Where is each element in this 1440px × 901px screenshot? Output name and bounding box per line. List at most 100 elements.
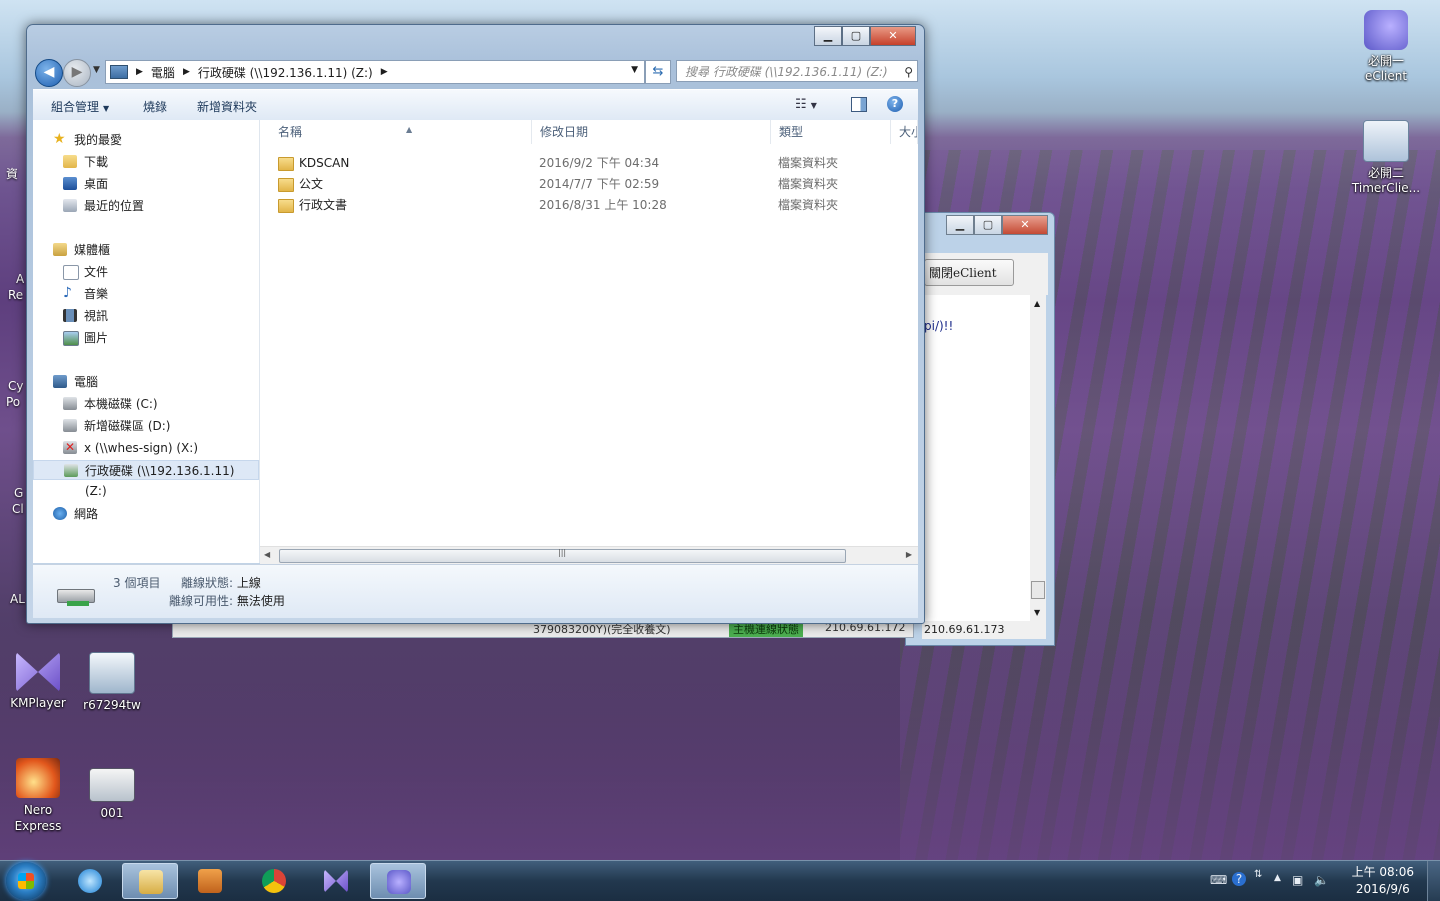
network-drive-icon — [55, 577, 95, 607]
nav-downloads[interactable]: 下載 — [33, 152, 259, 172]
nav-recent[interactable]: 最近的位置 — [33, 196, 259, 216]
ime-icon[interactable]: ⇅ — [1254, 869, 1262, 880]
command-bar: 組合管理 ▼ 燒錄 新增資料夾 ☷ ▼ ? — [33, 89, 918, 121]
nav-drive-x[interactable]: ✕ x (\\whes-sign) (X:) — [33, 438, 259, 458]
taskbar-media-player[interactable] — [182, 863, 238, 899]
taskbar-windows-explorer[interactable] — [122, 863, 178, 899]
nav-documents[interactable]: 文件 — [33, 262, 259, 282]
scroll-thumb[interactable] — [1031, 581, 1045, 599]
scroll-left-icon[interactable]: ◀ — [264, 550, 270, 559]
breadcrumb-arrow-icon[interactable]: ▶ — [179, 67, 194, 77]
recent-places-icon — [63, 199, 77, 212]
help-button[interactable]: ? — [887, 96, 903, 112]
shortcut-001[interactable]: 001 — [74, 768, 150, 820]
column-header-size[interactable]: 大小 — [891, 120, 918, 144]
nav-libraries[interactable]: 媒體櫃 — [33, 240, 259, 260]
change-view-button[interactable]: ☷ ▼ — [795, 97, 817, 112]
nav-videos[interactable]: 視訊 — [33, 306, 259, 326]
start-button[interactable] — [6, 862, 46, 900]
breadcrumb-computer[interactable]: 電腦 — [147, 64, 179, 81]
help-tray-icon[interactable]: ? — [1232, 872, 1246, 886]
table-row[interactable]: KDSCAN 2016/9/2 下午 04:34 檔案資料夾 — [260, 153, 918, 174]
column-header-date[interactable]: 修改日期 — [532, 120, 771, 144]
file-name: 行政文書 — [299, 198, 348, 212]
details-pane: 3 個項目 離線狀態: 上線 離線可用性: 無法使用 — [33, 564, 918, 618]
eclient-log-area[interactable]: pi/)!! — [922, 295, 1030, 621]
explorer-window[interactable]: ▁ ▢ ✕ ◀ ▶ ▼ ▶ 電腦 ▶ 行政硬碟 (\\192.136.1.11)… — [26, 24, 925, 624]
show-hidden-icons-icon[interactable]: ▲ — [1274, 873, 1281, 883]
breadcrumb-arrow-icon[interactable]: ▶ — [132, 67, 147, 77]
nav-drive-c[interactable]: 本機磁碟 (C:) — [33, 394, 259, 414]
nav-computer[interactable]: 電腦 — [33, 372, 259, 392]
nav-label: 新增磁碟區 (D:) — [84, 419, 171, 433]
column-header-type[interactable]: 類型 — [771, 120, 891, 144]
timerclient-shortcut-label: 必開二 TimerClie... — [1351, 166, 1421, 195]
eclient-scrollbar[interactable]: ▲ ▼ — [1030, 295, 1046, 621]
table-row[interactable]: 公文 2014/7/7 下午 02:59 檔案資料夾 — [260, 174, 918, 195]
back-button[interactable]: ◀ — [35, 59, 63, 87]
taskbar-chrome[interactable] — [246, 863, 302, 899]
organize-button[interactable]: 組合管理 ▼ — [51, 98, 109, 115]
search-input[interactable]: 搜尋 行政硬碟 (\\192.136.1.11) (Z:) ⚲ — [676, 60, 918, 82]
table-row[interactable]: 行政文書 2016/8/31 上午 10:28 檔案資料夾 — [260, 195, 918, 216]
taskbar-internet-explorer[interactable] — [62, 863, 118, 899]
nav-pictures[interactable]: 圖片 — [33, 328, 259, 348]
file-date: 2016/8/31 上午 10:28 — [539, 198, 667, 212]
nav-drive-d[interactable]: 新增磁碟區 (D:) — [33, 416, 259, 436]
burn-button[interactable]: 燒錄 — [143, 98, 167, 115]
navigation-pane[interactable]: ★ 我的最愛 下載 桌面 最近的位置 媒體櫃 文件 ♪ 音樂 視訊 圖片 電腦 … — [33, 120, 260, 563]
nav-music[interactable]: ♪ 音樂 — [33, 284, 259, 304]
clock[interactable]: 上午 08:06 2016/9/6 — [1352, 864, 1414, 898]
nav-desktop[interactable]: 桌面 — [33, 174, 259, 194]
minimize-button[interactable]: ▁ — [814, 26, 842, 46]
network-tray-icon[interactable]: ▣ — [1292, 873, 1303, 887]
timerclient-shortcut[interactable]: 必開二 TimerClie... — [1348, 120, 1424, 196]
internet-explorer-icon — [78, 869, 102, 893]
breadcrumb-drive-z[interactable]: 行政硬碟 (\\192.136.1.11) (Z:) — [194, 64, 377, 81]
music-note-icon: ♪ — [63, 285, 72, 301]
recent-pages-dropdown[interactable]: ▼ — [93, 65, 100, 75]
r67294tw-shortcut[interactable]: r67294tw — [74, 652, 150, 712]
nav-label: 本機磁碟 (C:) — [84, 397, 158, 411]
nav-drive-z[interactable]: 行政硬碟 (\\192.136.1.11) (Z:) — [33, 460, 259, 498]
folder-icon — [278, 199, 294, 213]
breadcrumb-arrow-icon[interactable]: ▶ — [377, 67, 392, 77]
nav-network[interactable]: 網路 — [33, 504, 259, 524]
taskbar-eclient[interactable] — [370, 863, 426, 899]
disk-volume-icon — [63, 419, 77, 432]
horizontal-scrollbar[interactable]: ◀ ||| ▶ — [260, 546, 918, 564]
scroll-down-icon[interactable]: ▼ — [1034, 608, 1040, 617]
eclient-window[interactable]: ▁ ▢ ✕ 關閉eClient pi/)!! ▲ ▼ 210.69.61.173 — [905, 212, 1055, 646]
forward-button[interactable]: ▶ — [63, 59, 91, 87]
close-button[interactable]: ✕ — [870, 26, 916, 46]
close-eclient-button[interactable]: 關閉eClient — [924, 259, 1014, 286]
navigation-row: ◀ ▶ ▼ ▶ 電腦 ▶ 行政硬碟 (\\192.136.1.11) (Z:) … — [33, 57, 918, 87]
kmplayer-shortcut[interactable]: KMPlayer — [0, 652, 76, 710]
maximize-button[interactable]: ▢ — [974, 215, 1002, 235]
preview-pane-button[interactable] — [851, 97, 867, 112]
scroll-right-icon[interactable]: ▶ — [906, 550, 912, 559]
file-list[interactable]: 名稱 ▲ 修改日期 類型 大小 KDSCAN 2016/9/2 下午 04:34… — [260, 120, 918, 563]
nav-favorites[interactable]: ★ 我的最愛 — [33, 130, 259, 150]
address-bar[interactable]: ▶ 電腦 ▶ 行政硬碟 (\\192.136.1.11) (Z:) ▶ ▼ — [105, 60, 645, 84]
scroll-thumb[interactable]: ||| — [279, 548, 846, 563]
volume-icon[interactable]: 🔈 — [1314, 873, 1329, 887]
taskbar-kmplayer[interactable] — [308, 863, 364, 899]
nav-label: 我的最愛 — [74, 133, 123, 147]
column-header-name[interactable]: 名稱 ▲ — [270, 120, 532, 144]
nero-express-shortcut[interactable]: Nero Express — [0, 758, 76, 834]
keyboard-icon[interactable]: ⌨ — [1210, 873, 1227, 887]
refresh-button[interactable]: ⇆ — [645, 60, 671, 84]
nav-label: 網路 — [74, 507, 99, 521]
gear-cluster-icon — [1364, 10, 1408, 50]
maximize-button[interactable]: ▢ — [842, 26, 870, 46]
address-dropdown-icon[interactable]: ▼ — [631, 65, 638, 75]
organize-label: 組合管理 — [51, 100, 100, 114]
close-button[interactable]: ✕ — [1002, 215, 1048, 235]
search-icon[interactable]: ⚲ — [904, 61, 913, 83]
scroll-up-icon[interactable]: ▲ — [1034, 299, 1040, 308]
eclient-shortcut[interactable]: 必開一 eClient — [1348, 10, 1424, 84]
new-folder-button[interactable]: 新增資料夾 — [197, 98, 257, 115]
minimize-button[interactable]: ▁ — [946, 215, 974, 235]
show-desktop-button[interactable] — [1427, 861, 1440, 901]
